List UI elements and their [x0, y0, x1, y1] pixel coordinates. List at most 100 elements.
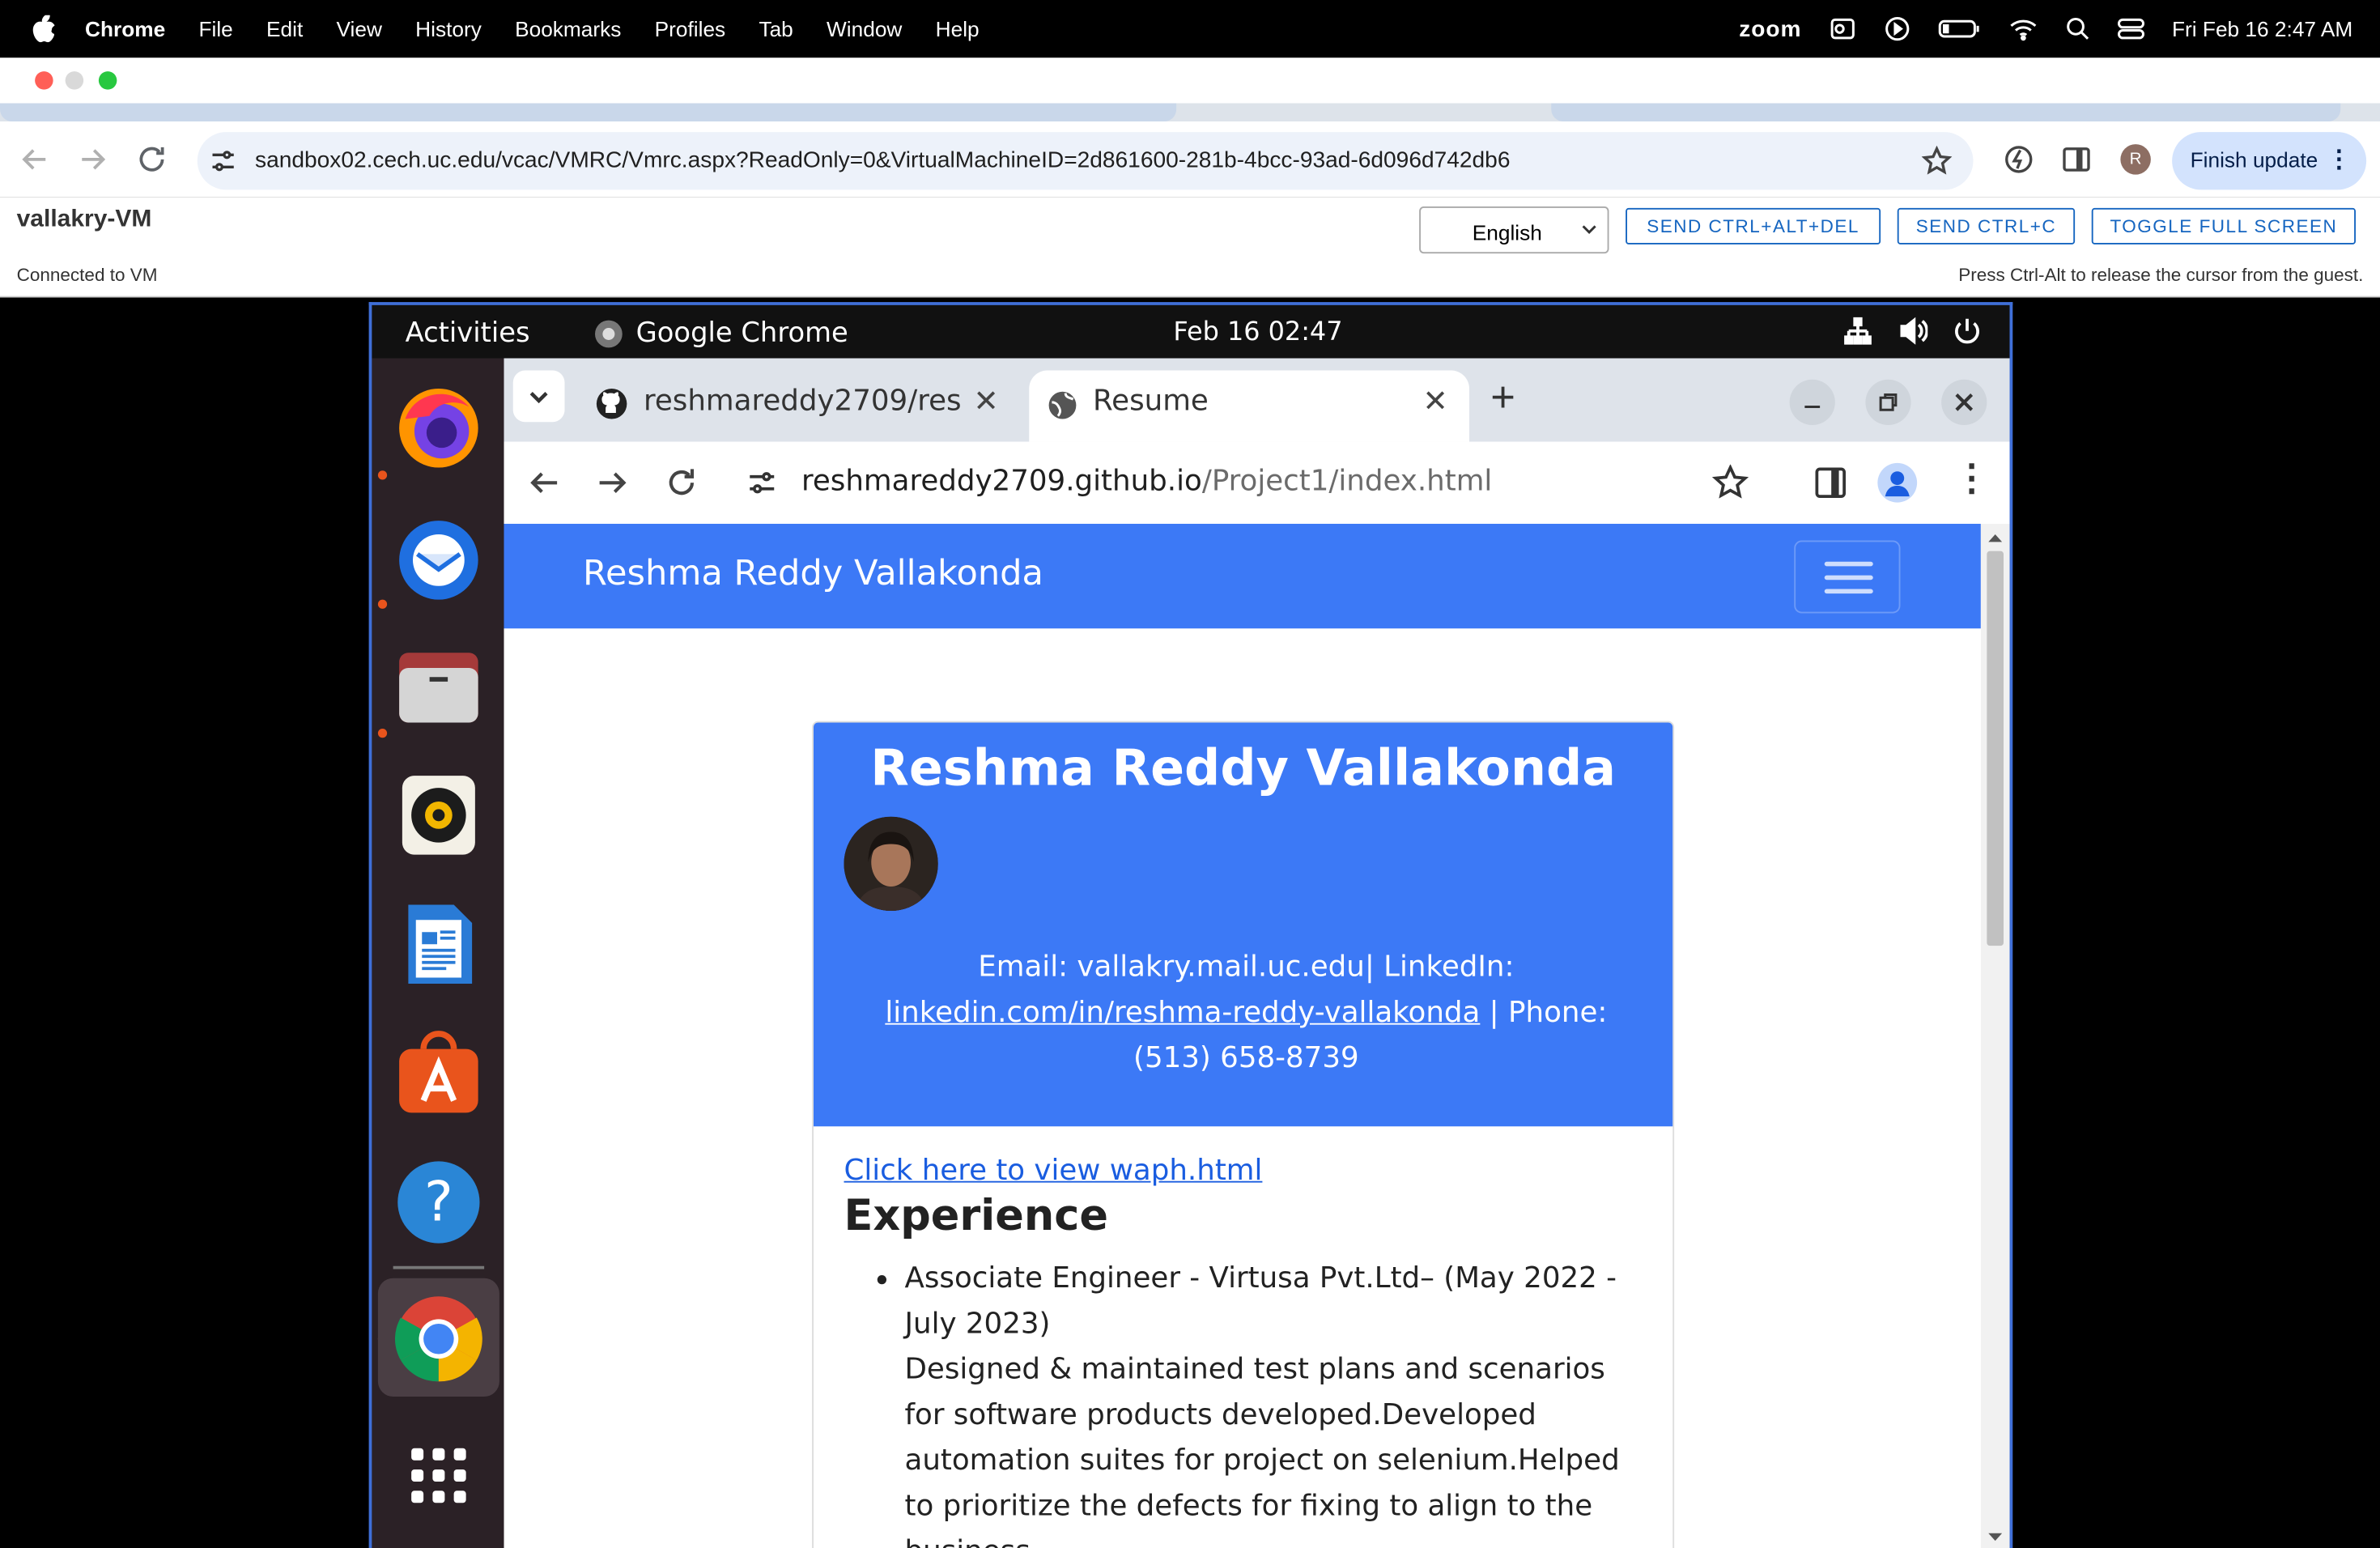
close-window-button[interactable] — [35, 71, 53, 90]
tab-resume-active[interactable]: Resume ✕ — [1029, 370, 1469, 442]
resume-card: Reshma Reddy Vallakonda Email: vallakry.… — [812, 721, 1675, 1548]
tab-github[interactable]: reshmareddy2709/reshm ✕ — [580, 371, 1020, 442]
host-tab[interactable] — [0, 103, 1177, 121]
zoom-menu-extra[interactable]: zoom — [1739, 16, 1801, 42]
language-value: English — [1472, 219, 1542, 245]
focused-app-name: Google Chrome — [635, 317, 848, 350]
scroll-down-arrow-icon[interactable] — [1987, 1532, 2004, 1544]
bookmark-star-icon[interactable] — [1712, 464, 1749, 501]
menu-profiles[interactable]: Profiles — [655, 17, 726, 41]
thunderbird-icon[interactable] — [393, 512, 485, 603]
wifi-icon[interactable] — [2008, 17, 2039, 41]
profile-avatar[interactable]: R — [2120, 144, 2151, 175]
show-apps-icon[interactable] — [393, 1430, 485, 1521]
vm-console[interactable]: Activities Google Chrome Feb 16 02:47 ? … — [368, 302, 2013, 1548]
play-icon[interactable] — [1884, 15, 1911, 43]
help-icon[interactable]: ? — [393, 1157, 485, 1248]
host-address-bar[interactable]: sandbox02.cech.uc.edu/vcac/VMRC/Vmrc.asp… — [197, 132, 1974, 190]
navbar-toggler-button[interactable] — [1794, 540, 1901, 614]
menu-window[interactable]: Window — [827, 17, 902, 41]
menu-tab[interactable]: Tab — [759, 17, 793, 41]
outlook-icon[interactable] — [1829, 15, 1856, 43]
chevron-down-icon — [1582, 225, 1596, 234]
menu-file[interactable]: File — [198, 17, 232, 41]
guest-chrome-window: reshmareddy2709/reshm ✕ Resume ✕ + — [504, 358, 2010, 1548]
scrollbar-thumb[interactable] — [1987, 551, 2004, 946]
resume-page: Reshma Reddy Vallakonda Reshma Reddy Val… — [504, 523, 2010, 1548]
screen: Chrome File Edit View History Bookmarks … — [0, 0, 2380, 1548]
menu-help[interactable]: Help — [936, 17, 980, 41]
kebab-menu-icon[interactable]: ⋮ — [1953, 457, 1990, 500]
gnome-clock[interactable]: Feb 16 02:47 — [1173, 317, 1342, 348]
dock-separator — [393, 1265, 485, 1269]
guest-url: reshmareddy2709.github.io/Project1/index… — [801, 465, 1492, 498]
control-center-icon[interactable] — [2117, 17, 2145, 41]
mac-menubar: Chrome File Edit View History Bookmarks … — [0, 0, 2380, 58]
host-tab[interactable] — [1551, 103, 2341, 121]
battery-icon[interactable] — [1938, 17, 1981, 41]
bookmark-star-icon[interactable] — [1921, 146, 1953, 176]
spotlight-search-icon[interactable] — [2066, 17, 2090, 41]
back-button[interactable] — [17, 141, 53, 177]
guest-toolbar: reshmareddy2709.github.io/Project1/index… — [504, 441, 2010, 524]
apple-icon[interactable] — [31, 15, 55, 43]
tab-title: Resume — [1093, 384, 1209, 418]
activities-button[interactable]: Activities — [406, 317, 530, 349]
site-info-icon[interactable] — [747, 468, 778, 499]
side-panel-icon[interactable] — [1813, 465, 1849, 501]
forward-arrow-icon — [82, 149, 106, 170]
waph-link[interactable]: Click here to view waph.html — [844, 1154, 1263, 1187]
reload-button[interactable] — [134, 141, 170, 177]
new-tab-button[interactable]: + — [1490, 373, 1515, 422]
menu-bookmarks[interactable]: Bookmarks — [515, 17, 621, 41]
app-center-icon[interactable] — [393, 1027, 485, 1119]
back-arrow-icon — [530, 472, 558, 493]
restore-button[interactable] — [1865, 379, 1911, 425]
toggle-full-screen-button[interactable]: TOGGLE FULL SCREEN — [2091, 207, 2356, 245]
send-ctrl-c-button[interactable]: SEND CTRL+C — [1897, 207, 2076, 245]
gnome-system-tray[interactable] — [1842, 316, 1983, 347]
tab-title: reshmareddy2709/reshm — [644, 384, 963, 418]
files-icon[interactable] — [393, 640, 485, 732]
minimize-window-button[interactable] — [65, 71, 84, 90]
navbar-brand[interactable]: Reshma Reddy Vallakonda — [583, 554, 1043, 593]
extensions-icon[interactable] — [2004, 144, 2034, 175]
minimize-button[interactable] — [1789, 379, 1835, 425]
focused-app-menu[interactable]: Google Chrome — [593, 317, 848, 349]
send-ctrl-alt-del-button[interactable]: SEND CTRL+ALT+DEL — [1626, 207, 1881, 245]
chrome-icon[interactable] — [393, 1294, 485, 1385]
finish-update-button[interactable]: Finish update ⋮ — [2172, 132, 2367, 190]
tab-search-button[interactable] — [512, 370, 565, 423]
linkedin-link[interactable]: linkedin.com/in/reshma-reddy-vallakonda — [885, 996, 1480, 1029]
close-button[interactable] — [1941, 379, 1987, 425]
menu-app-name[interactable]: Chrome — [85, 17, 165, 41]
zoom-window-button[interactable] — [98, 71, 117, 90]
url-domain: reshmareddy2709.github.io — [801, 464, 1202, 498]
guest-address-bar[interactable]: reshmareddy2709.github.io/Project1/index… — [729, 449, 1761, 517]
libreoffice-writer-icon[interactable] — [393, 899, 485, 990]
forward-button[interactable] — [74, 141, 111, 177]
profile-photo — [844, 816, 938, 911]
rhythmbox-icon[interactable] — [393, 770, 485, 861]
kebab-menu-icon[interactable]: ⋮ — [2327, 144, 2351, 175]
profile-avatar[interactable] — [1877, 462, 1918, 503]
close-tab-icon[interactable]: ✕ — [1422, 383, 1447, 419]
close-tab-icon[interactable]: ✕ — [973, 383, 998, 419]
menu-history[interactable]: History — [415, 17, 482, 41]
site-info-icon[interactable] — [210, 147, 237, 175]
contact-info: Email: vallakry.mail.uc.edu| LinkedIn: l… — [844, 944, 1649, 1081]
globe-icon — [1048, 391, 1077, 419]
firefox-icon[interactable] — [393, 383, 485, 474]
menubar-clock[interactable]: Fri Feb 16 2:47 AM — [2172, 17, 2352, 41]
scroll-up-arrow-icon[interactable] — [1987, 531, 2004, 543]
running-indicator — [377, 470, 388, 480]
restore-icon — [1879, 393, 1898, 411]
github-icon — [596, 389, 627, 419]
side-panel-icon[interactable] — [2061, 144, 2092, 175]
page-scrollbar[interactable] — [1980, 523, 2010, 1548]
menu-edit[interactable]: Edit — [266, 17, 303, 41]
menu-view[interactable]: View — [336, 17, 381, 41]
guest-tabstrip: reshmareddy2709/reshm ✕ Resume ✕ + — [504, 358, 2010, 442]
keyboard-language-select[interactable]: English — [1419, 206, 1609, 254]
back-arrow-icon — [22, 149, 46, 170]
